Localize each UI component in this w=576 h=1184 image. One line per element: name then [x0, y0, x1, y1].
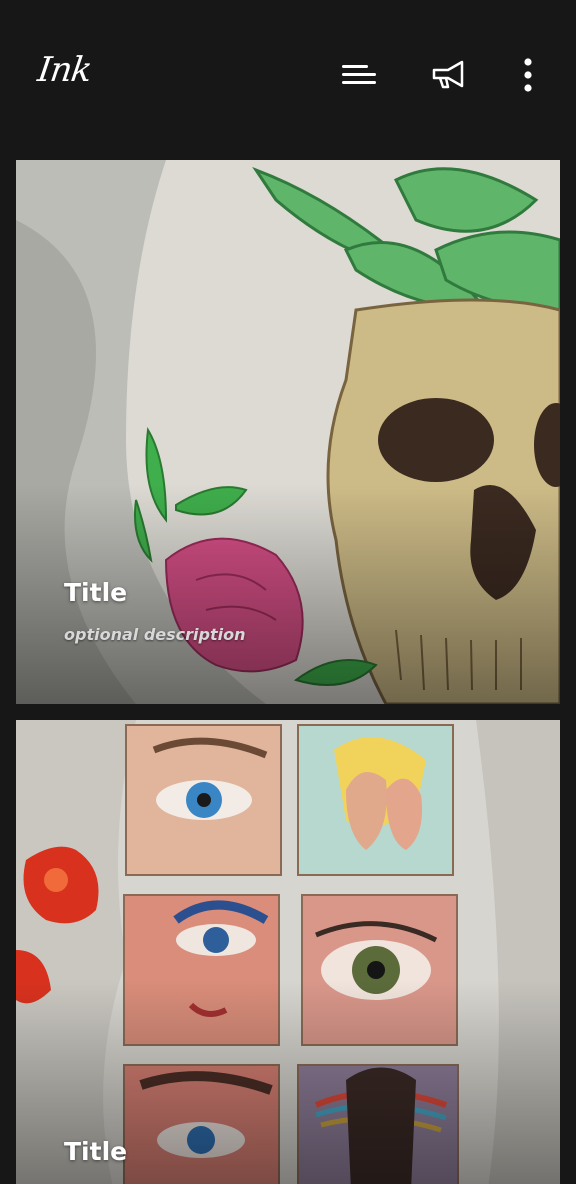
app-screen: Ink Title optional description Title — [0, 0, 576, 1184]
gallery-card[interactable]: Title — [16, 720, 560, 1184]
card-title: Title — [64, 578, 128, 607]
top-app-bar: Ink — [0, 0, 576, 150]
announcement-button[interactable] — [425, 52, 471, 98]
card-description: optional description — [64, 625, 246, 644]
more-vertical-icon — [524, 58, 532, 92]
app-logo: Ink — [35, 50, 94, 90]
megaphone-icon — [432, 60, 464, 89]
more-options-button[interactable] — [505, 52, 551, 98]
menu-icon — [342, 65, 376, 84]
gallery-card[interactable]: Title optional description — [16, 160, 560, 704]
card-title: Title — [64, 1137, 128, 1166]
menu-button[interactable] — [336, 52, 382, 98]
